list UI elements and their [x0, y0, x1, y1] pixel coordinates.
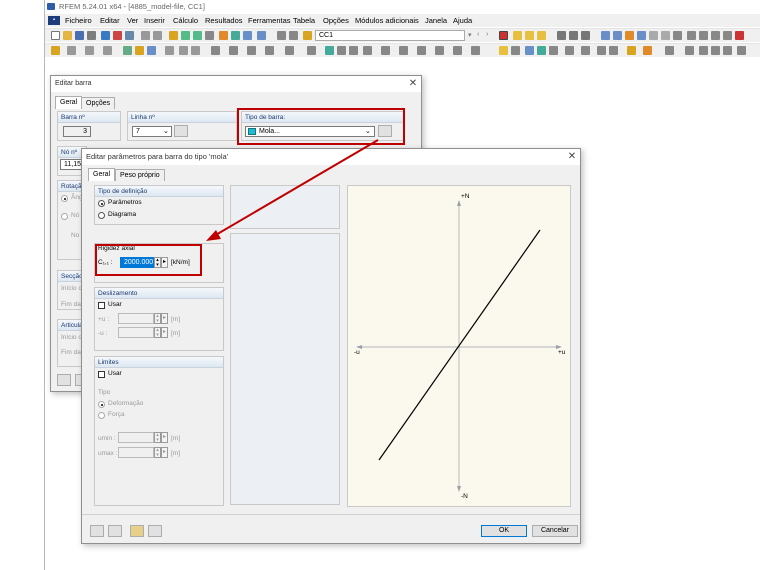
callout-arrow-line — [213, 139, 379, 237]
callout-arrow — [206, 139, 379, 241]
callout-arrow-head-icon — [206, 230, 221, 241]
